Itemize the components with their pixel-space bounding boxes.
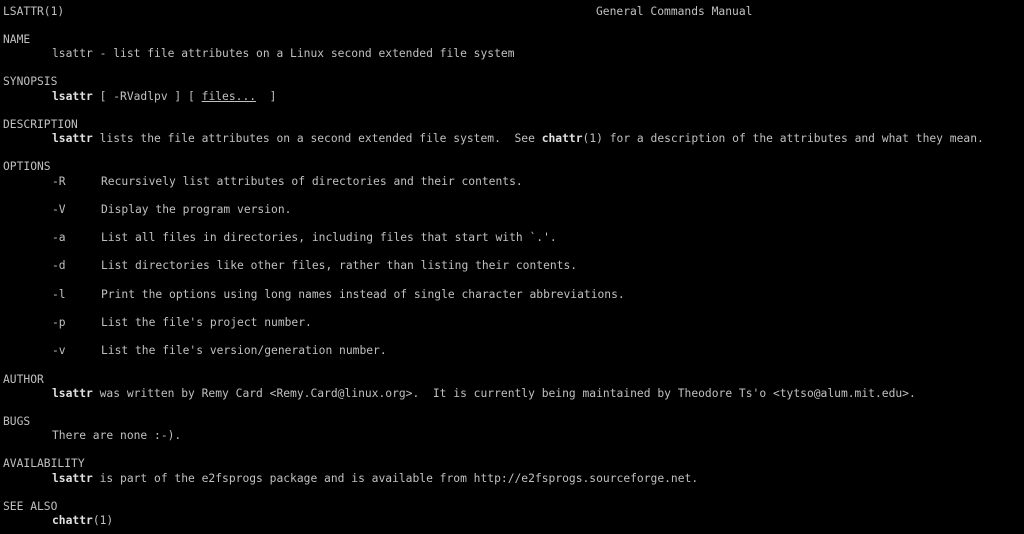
section-heading-description: DESCRIPTION bbox=[3, 118, 78, 131]
option-description: List directories like other files, rathe… bbox=[101, 259, 578, 272]
option-description: List the file's project number. bbox=[101, 316, 312, 329]
command-name: lsattr bbox=[52, 47, 93, 60]
option-flag: -v bbox=[52, 344, 66, 357]
option-flag: -l bbox=[52, 288, 66, 301]
synopsis-flags: [ -RVadlpv ] [ bbox=[92, 90, 202, 103]
description-line: lsattr lists the file attributes on a se… bbox=[52, 132, 984, 146]
section-heading-synopsis: SYNOPSIS bbox=[3, 75, 58, 88]
availability-command: lsattr bbox=[52, 472, 93, 485]
option-flag: -p bbox=[52, 316, 66, 329]
author-command: lsattr bbox=[52, 387, 93, 400]
see-also-command: chattr bbox=[52, 514, 93, 527]
description-ref-chattr: chattr bbox=[541, 132, 583, 145]
description-text: lists the file attributes on a second ex… bbox=[92, 132, 542, 145]
see-also-line: chattr(1) bbox=[52, 514, 113, 528]
synopsis-files-arg: files... bbox=[201, 90, 257, 103]
section-heading-availability: AVAILABILITY bbox=[3, 457, 85, 470]
description-ref-tail: (1) for a description of the attributes … bbox=[582, 132, 984, 145]
availability-line: lsattr is part of the e2fsprogs package … bbox=[52, 472, 698, 486]
synopsis-command: lsattr bbox=[52, 90, 93, 103]
section-heading-options: OPTIONS bbox=[3, 160, 51, 173]
availability-text: is part of the e2fsprogs package and is … bbox=[92, 472, 699, 485]
description-command: lsattr bbox=[52, 132, 93, 145]
man-header-left: LSATTR(1) bbox=[3, 5, 65, 18]
option-description: Print the options using long names inste… bbox=[101, 288, 625, 301]
man-header-center: General Commands Manual bbox=[596, 5, 753, 18]
option-description: Recursively list attributes of directori… bbox=[101, 175, 523, 188]
author-line: lsattr was written by Remy Card <Remy.Ca… bbox=[52, 387, 916, 401]
bugs-text: There are none :-). bbox=[52, 429, 182, 442]
section-heading-name: NAME bbox=[3, 33, 31, 46]
name-description: - list file attributes on a Linux second… bbox=[92, 47, 515, 60]
name-line: lsattr - list file attributes on a Linux… bbox=[52, 47, 515, 61]
option-description: List all files in directories, including… bbox=[101, 231, 557, 244]
synopsis-close: ] bbox=[256, 90, 277, 103]
option-flag: -R bbox=[52, 175, 66, 188]
section-heading-see-also: SEE ALSO bbox=[3, 500, 58, 513]
see-also-section: (1) bbox=[92, 514, 114, 527]
option-flag: -V bbox=[52, 203, 66, 216]
option-description: Display the program version. bbox=[101, 203, 292, 216]
terminal-window[interactable]: LSATTR(1) General Commands Manual NAME l… bbox=[0, 0, 1024, 534]
author-text: was written by Remy Card <Remy.Card@linu… bbox=[92, 387, 916, 400]
option-flag: -d bbox=[52, 259, 66, 272]
section-heading-author: AUTHOR bbox=[3, 373, 44, 386]
section-heading-bugs: BUGS bbox=[3, 415, 31, 428]
option-description: List the file's version/generation numbe… bbox=[101, 344, 387, 357]
option-flag: -a bbox=[52, 231, 66, 244]
synopsis-line: lsattr [ -RVadlpv ] [ files... ] bbox=[52, 90, 276, 104]
